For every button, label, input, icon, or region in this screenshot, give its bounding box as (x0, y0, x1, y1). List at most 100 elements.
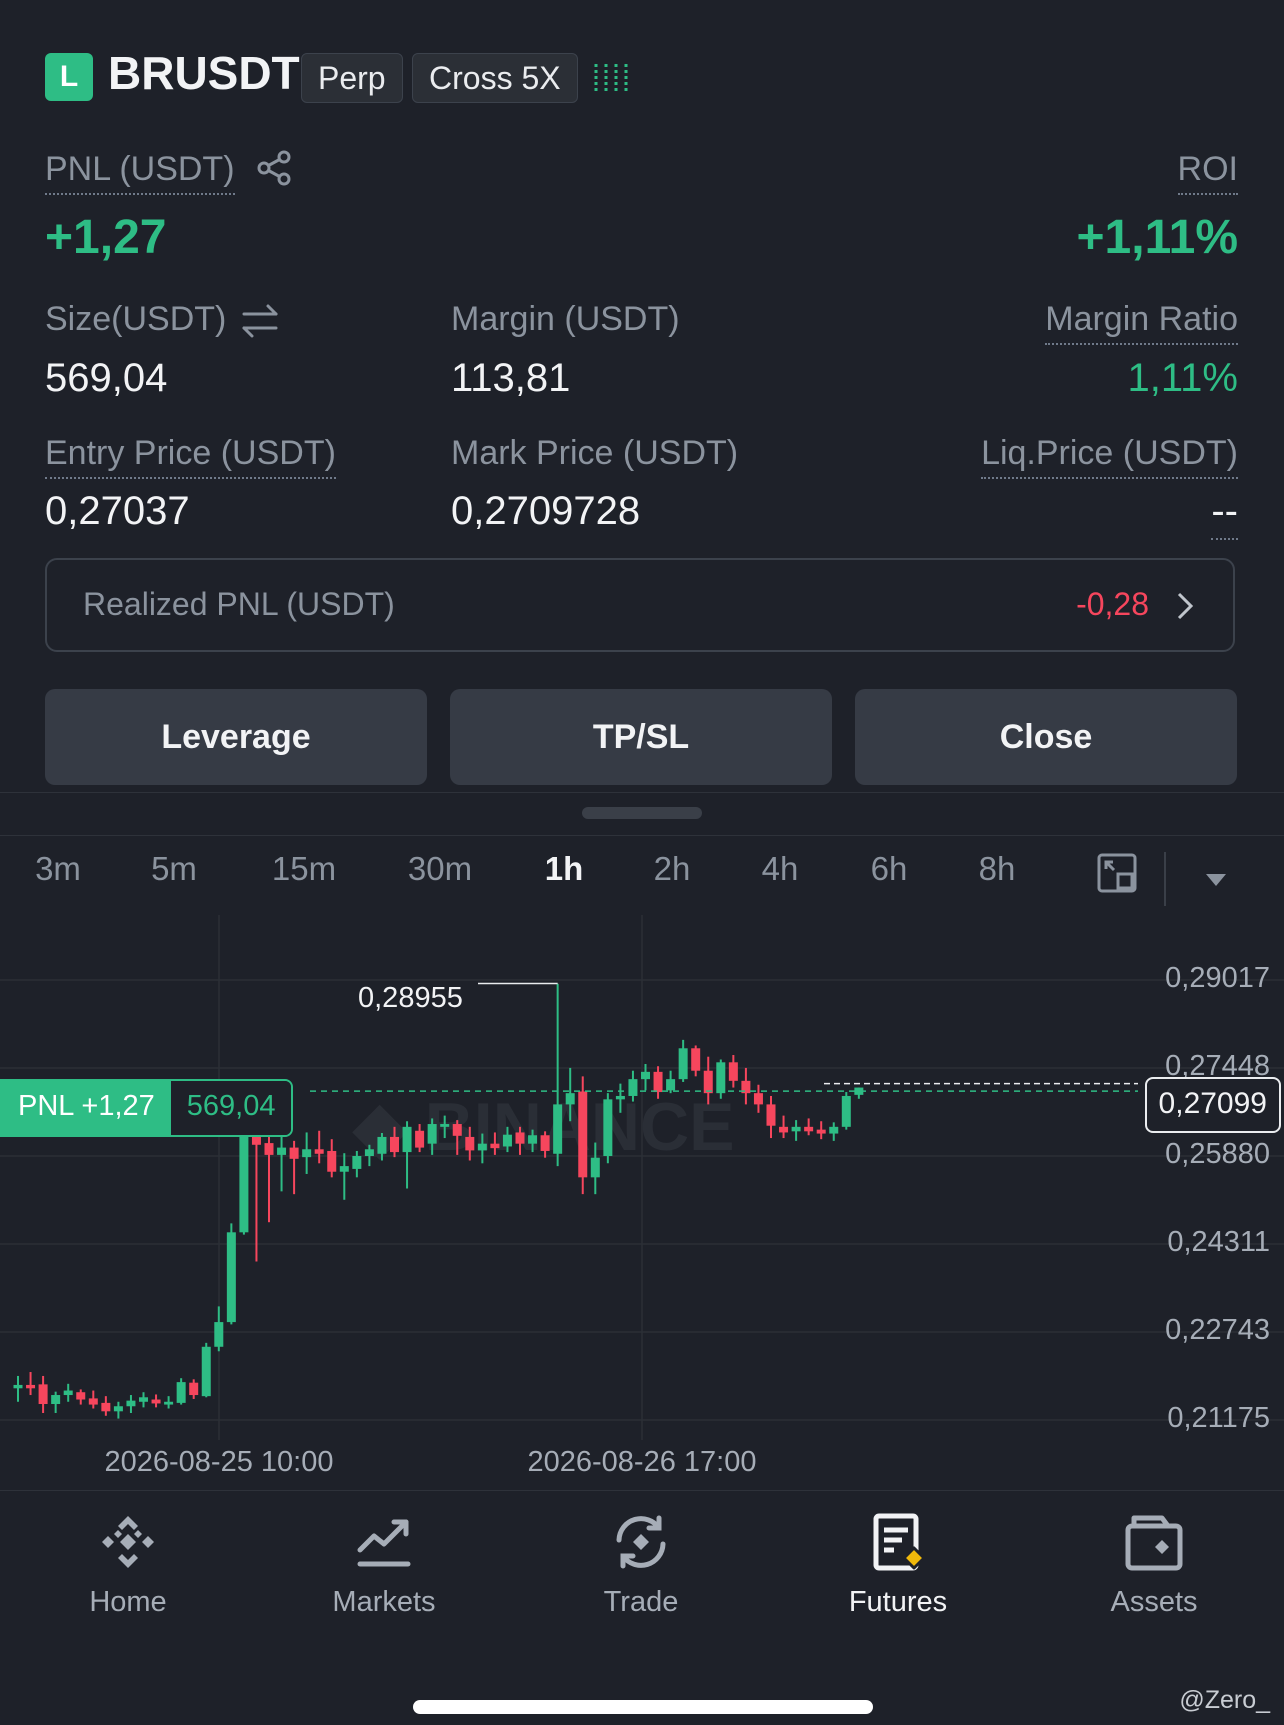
candle-body (703, 1070, 713, 1094)
candle-body (528, 1135, 538, 1144)
candle-body (314, 1149, 324, 1154)
candle-body (289, 1147, 299, 1159)
realized-pnl-row[interactable]: Realized PNL (USDT) -0,28 (45, 558, 1235, 652)
candle-body (578, 1091, 588, 1178)
x-axis-tick: 2026-08-25 10:00 (104, 1446, 334, 1478)
pnl-position-tag[interactable]: PNL +1,27 569,04 (0, 1079, 294, 1137)
section-divider (0, 835, 1284, 836)
candle-body (678, 1048, 688, 1080)
candle-body (440, 1124, 450, 1127)
mark-price-value: 0,2709728 (451, 489, 641, 533)
roi-label[interactable]: ROI (1177, 150, 1238, 195)
candle-body (51, 1395, 61, 1405)
candle-body (164, 1401, 174, 1405)
candle-body (615, 1095, 625, 1100)
tab-timeframe-30m[interactable]: 30m (408, 850, 472, 888)
tab-timeframe-8h[interactable]: 8h (979, 850, 1016, 888)
pnl-label[interactable]: PNL (USDT) (45, 150, 235, 195)
candle-body (126, 1400, 136, 1407)
candle-body (63, 1390, 73, 1396)
nav-futures[interactable]: Futures (770, 1510, 1026, 1619)
tab-timeframe-15m[interactable]: 15m (272, 850, 336, 888)
realized-pnl-value: -0,28 (1076, 586, 1149, 622)
fullscreen-icon[interactable] (1096, 852, 1138, 894)
drag-handle[interactable] (582, 807, 702, 819)
section-divider (0, 1490, 1284, 1491)
candle-body (804, 1126, 814, 1132)
candle-body (339, 1166, 349, 1172)
margin-label: Margin (USDT) (451, 300, 680, 338)
candle-body (264, 1143, 274, 1155)
toolbar-divider (1164, 852, 1166, 906)
section-divider (0, 792, 1284, 793)
nav-label: Assets (1110, 1586, 1198, 1618)
candle-body (791, 1126, 801, 1132)
tab-timeframe-1h[interactable]: 1h (545, 850, 584, 888)
margin-ratio-label[interactable]: Margin Ratio (1045, 300, 1238, 345)
dropdown-caret-icon[interactable] (1204, 872, 1228, 888)
candle-body (565, 1093, 575, 1105)
candle-body (452, 1124, 462, 1136)
close-position-button[interactable]: Close (855, 689, 1237, 785)
candle-body (151, 1399, 161, 1404)
share-icon[interactable] (256, 150, 292, 186)
tab-timeframe-2h[interactable]: 2h (654, 850, 691, 888)
high-price-label: 0,28955 (358, 982, 463, 1014)
candle-body (766, 1104, 776, 1126)
candle-body (88, 1398, 98, 1405)
trend-chart-icon (352, 1510, 416, 1574)
candle-body (352, 1156, 362, 1169)
swap-arrows-icon[interactable] (240, 302, 280, 338)
nav-label: Futures (848, 1586, 948, 1618)
candlestick-chart[interactable]: ◆ BINANCE (0, 915, 1284, 1440)
candle-body (477, 1143, 487, 1151)
margin-value: 113,81 (451, 356, 571, 400)
candle-body (515, 1132, 525, 1144)
tab-timeframe-5m[interactable]: 5m (151, 850, 197, 888)
entry-price-label[interactable]: Entry Price (USDT) (45, 434, 336, 479)
candle-body (540, 1135, 550, 1151)
current-price-tag: 0,27099 (1144, 1077, 1281, 1133)
tab-timeframe-3m[interactable]: 3m (35, 850, 81, 888)
trade-swap-icon (609, 1510, 673, 1574)
mark-price-label: Mark Price (USDT) (451, 434, 739, 472)
candle-body (641, 1071, 650, 1080)
candle-body (113, 1406, 123, 1412)
candle-body (716, 1062, 726, 1094)
tab-timeframe-6h[interactable]: 6h (871, 850, 908, 888)
candle-body (590, 1157, 600, 1178)
candle-body (38, 1384, 48, 1405)
signal-bars-icon (592, 60, 636, 100)
nav-label: Trade (603, 1586, 679, 1618)
candle-body (176, 1382, 186, 1403)
roi-value: +1,11% (1076, 211, 1238, 264)
candle-body (465, 1136, 475, 1151)
nav-assets[interactable]: Assets (1026, 1510, 1282, 1619)
size-value: 569,04 (45, 356, 168, 400)
candle-body (691, 1048, 701, 1071)
candle-body (277, 1147, 287, 1155)
nav-trade[interactable]: Trade (513, 1510, 769, 1619)
candle-body (364, 1149, 374, 1157)
candle-body (753, 1093, 763, 1105)
margin-mode-chip[interactable]: Cross 5X (412, 53, 578, 103)
nav-home[interactable]: Home (0, 1510, 256, 1619)
candle-body (214, 1322, 224, 1347)
candle-body (239, 1128, 249, 1233)
candle-body (728, 1062, 738, 1081)
candle-body (101, 1402, 111, 1412)
y-axis-tick: 0,29017 (1165, 962, 1270, 994)
y-axis-tick: 0,25880 (1165, 1138, 1270, 1170)
binance-logo-icon (96, 1510, 160, 1574)
candle-body (829, 1126, 839, 1134)
chevron-right-icon (1175, 590, 1195, 622)
symbol-title[interactable]: BRUSDT (108, 46, 300, 100)
tpsl-button[interactable]: TP/SL (450, 689, 832, 785)
futures-document-icon (866, 1510, 930, 1574)
nav-markets[interactable]: Markets (256, 1510, 512, 1619)
leverage-button[interactable]: Leverage (45, 689, 427, 785)
liq-price-label[interactable]: Liq.Price (USDT) (981, 434, 1238, 479)
tab-timeframe-4h[interactable]: 4h (762, 850, 799, 888)
candle-body (553, 1104, 563, 1154)
wallet-icon (1122, 1510, 1186, 1574)
